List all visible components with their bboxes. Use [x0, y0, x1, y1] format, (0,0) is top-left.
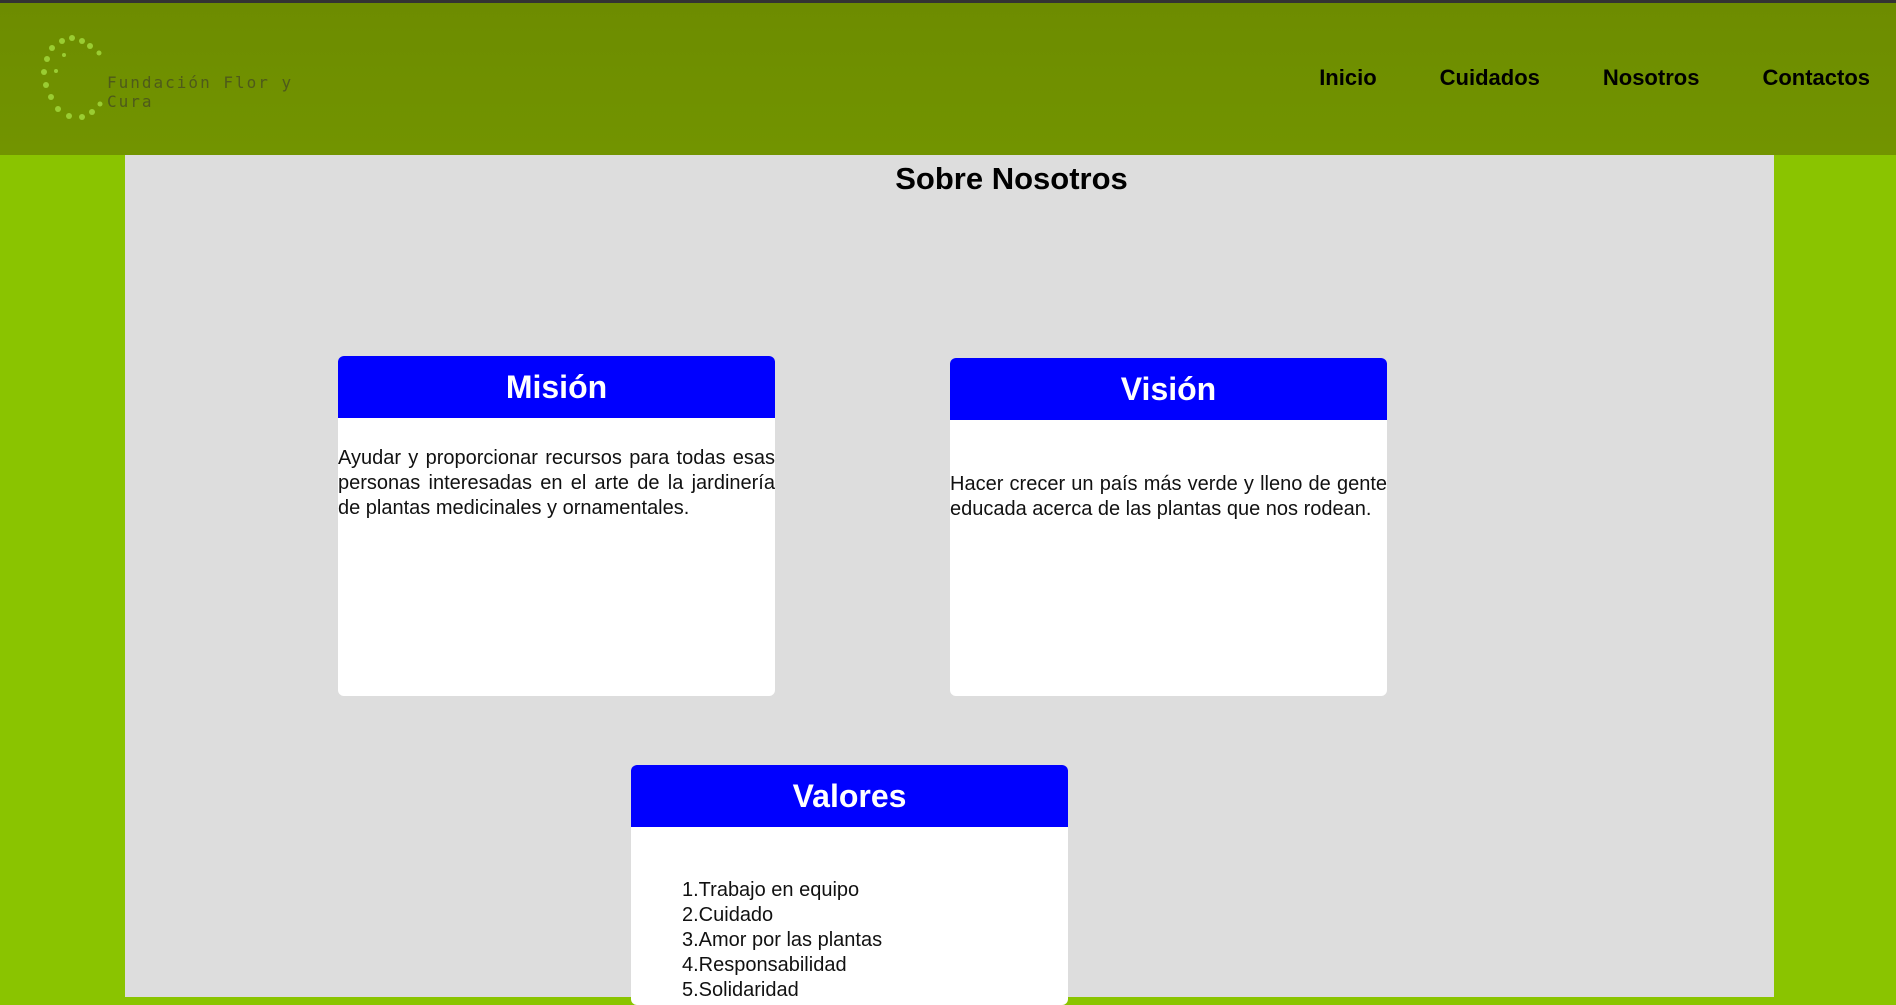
nav-inicio[interactable]: Inicio	[1319, 65, 1376, 91]
mision-card-text: Ayudar y proporcionar recursos para toda…	[338, 447, 775, 519]
logo-dots-icon	[41, 35, 103, 120]
valores-item: 3.Amor por las plantas	[682, 929, 883, 951]
logo-text: Fundación Flor y Cura	[107, 73, 294, 111]
mision-card: Misión Ayudar y proporcionar recursos pa…	[338, 356, 775, 696]
vision-card-title: Visión	[950, 358, 1387, 420]
nav-contactos[interactable]: Contactos	[1762, 65, 1870, 91]
valores-item: 5.Solidaridad	[682, 979, 799, 1001]
content-area: Sobre Nosotros Misión Ayudar y proporcio…	[125, 155, 1774, 1005]
valores-card-title: Valores	[631, 765, 1068, 827]
valores-card: Valores 1.Trabajo en equipo 2.Cuidado 3.…	[631, 765, 1068, 1005]
vision-card-text: Hacer crecer un país más verde y lleno d…	[950, 473, 1387, 520]
mision-card-title: Misión	[338, 356, 775, 418]
nav-nosotros[interactable]: Nosotros	[1603, 65, 1700, 91]
page-title: Sobre Nosotros	[895, 161, 1128, 196]
site-header: Fundación Flor y Cura Inicio Cuidados No…	[0, 3, 1896, 155]
nav-cuidados[interactable]: Cuidados	[1440, 65, 1540, 91]
valores-item: 1.Trabajo en equipo	[682, 879, 860, 901]
vision-card: Visión Hacer crecer un país más verde y …	[950, 358, 1387, 696]
valores-item: 4.Responsabilidad	[682, 954, 847, 976]
logo[interactable]: Fundación Flor y Cura	[34, 29, 334, 133]
valores-list: 1.Trabajo en equipo 2.Cuidado 3.Amor por…	[631, 827, 1068, 1003]
main-nav: Inicio Cuidados Nosotros Contactos	[1256, 65, 1870, 91]
valores-item: 2.Cuidado	[682, 904, 774, 926]
